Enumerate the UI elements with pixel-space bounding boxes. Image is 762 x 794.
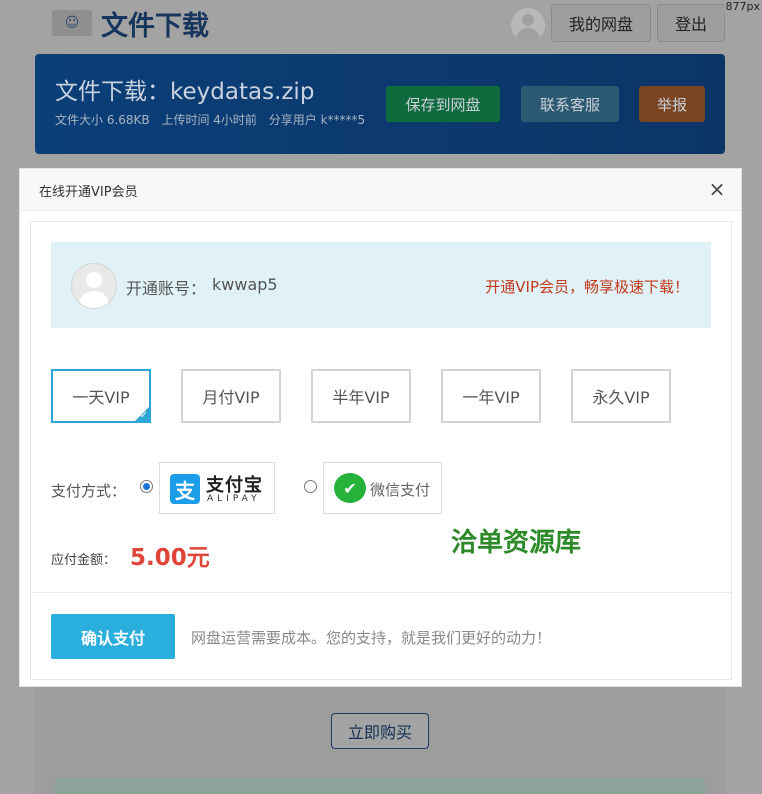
lower-card: 立即购买: [35, 680, 725, 794]
modal-title: 在线开通VIP会员: [39, 185, 138, 200]
contact-service-button[interactable]: 联系客服: [521, 86, 619, 122]
file-meta: 文件大小 6.68KB 上传时间 4小时前 分享用户 k*****5: [55, 111, 373, 128]
lower-strip: [55, 778, 705, 794]
footer-note: 网盘运营需要成本。您的支持，就是我们更好的动力！: [191, 629, 552, 647]
plan-monthly[interactable]: 月付VIP: [181, 369, 281, 423]
logout-button[interactable]: 登出: [657, 4, 725, 42]
vip-modal: 在线开通VIP会员 × 开通账号： kwwap5 开通VIP会员，畅享极速下载！…: [19, 168, 742, 687]
watermark-text: 洽单资源库: [451, 528, 582, 558]
vip-promo-text: 开通VIP会员，畅享极速下载！: [485, 278, 689, 296]
alipay-radio[interactable]: [140, 480, 153, 493]
account-bar: 开通账号： kwwap5 开通VIP会员，畅享极速下载！: [51, 242, 711, 328]
wechat-name: 微信支付: [370, 481, 431, 499]
alipay-name-en: ALIPAY: [207, 494, 261, 504]
report-button[interactable]: 举报: [639, 86, 705, 122]
upload-time: 上传时间 4小时前: [161, 113, 257, 127]
file-size: 文件大小 6.68KB: [55, 113, 150, 127]
site-logo-icon: ☺: [52, 10, 92, 36]
account-name: kwwap5: [212, 275, 278, 294]
plan-label: 一天VIP: [72, 388, 130, 407]
payment-method-label: 支付方式：: [51, 482, 127, 500]
alipay-icon: 支: [170, 474, 200, 504]
confirm-pay-button[interactable]: 确认支付: [51, 614, 175, 659]
share-user: 分享用户 k*****5: [268, 113, 366, 127]
file-banner: 文件下载：keydatas.zip 文件大小 6.68KB 上传时间 4小时前 …: [35, 54, 725, 154]
amount-value: 5.00元: [130, 545, 210, 571]
account-avatar: [71, 263, 117, 309]
my-pan-button[interactable]: 我的网盘: [551, 4, 651, 42]
corner-tag: 877px: [723, 0, 762, 13]
plan-label: 半年VIP: [332, 388, 390, 407]
save-to-pan-button[interactable]: 保存到网盘: [386, 86, 500, 122]
user-avatar[interactable]: [511, 8, 545, 42]
modal-body: 开通账号： kwwap5 开通VIP会员，畅享极速下载！ 一天VIP ✓ 月付V…: [30, 221, 732, 680]
amount-label: 应付金额：: [51, 553, 117, 568]
file-title: 文件下载：keydatas.zip: [55, 79, 315, 105]
modal-header: 在线开通VIP会员 ×: [20, 169, 741, 211]
alipay-option[interactable]: 支 支付宝 ALIPAY: [159, 462, 275, 514]
plan-one-year[interactable]: 一年VIP: [441, 369, 541, 423]
plan-label: 一年VIP: [462, 388, 520, 407]
plan-label: 月付VIP: [202, 388, 260, 407]
wechat-icon: ✔: [334, 473, 366, 503]
check-mark-icon: ✓: [139, 410, 148, 421]
plan-label: 永久VIP: [592, 388, 650, 407]
plan-lifetime[interactable]: 永久VIP: [571, 369, 671, 423]
site-title: 文件下载: [101, 11, 209, 42]
close-icon[interactable]: ×: [707, 179, 727, 199]
account-label: 开通账号：: [126, 279, 207, 298]
wechat-radio[interactable]: [304, 480, 317, 493]
wechat-option[interactable]: ✔ 微信支付: [323, 462, 442, 514]
buy-now-button[interactable]: 立即购买: [331, 713, 429, 749]
footer-divider: [31, 592, 731, 593]
plan-half-year[interactable]: 半年VIP: [311, 369, 411, 423]
plan-one-day[interactable]: 一天VIP ✓: [51, 369, 151, 423]
